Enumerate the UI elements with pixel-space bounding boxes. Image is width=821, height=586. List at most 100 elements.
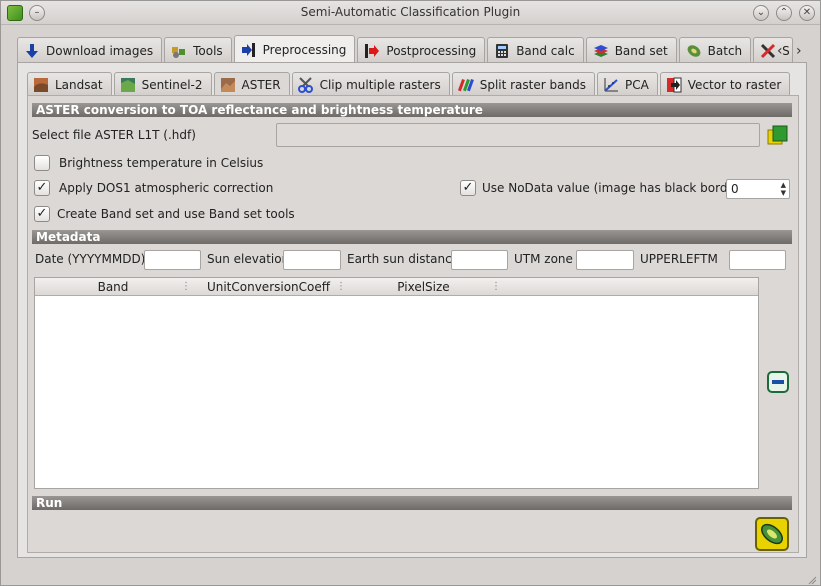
vector-raster-icon	[666, 77, 682, 92]
subtab-label: ASTER	[241, 77, 281, 92]
band-calc-icon	[496, 43, 509, 58]
table-header: Band ⋮ UnitConversionCoeff ⋮ PixelSize ⋮	[35, 278, 758, 296]
date-field[interactable]	[144, 250, 201, 270]
tab-label: S	[782, 43, 790, 58]
tab-batch[interactable]: Batch	[678, 37, 752, 63]
tab-scroll-left[interactable]: ‹	[777, 43, 783, 59]
subtab-landsat[interactable]: Landsat	[27, 72, 112, 96]
earth-sun-distance-label: Earth sun distance	[347, 252, 460, 266]
nodata-checkbox[interactable]: ✓	[460, 180, 476, 196]
chevron-right-icon: ›	[796, 43, 802, 59]
nodata-label: Use NoData value (image has black border…	[482, 181, 745, 195]
nodata-value: 0	[731, 182, 739, 196]
sun-elevation-label: Sun elevation	[207, 252, 290, 266]
clip-icon	[297, 76, 313, 93]
preprocessing-tab-bar: Landsat Sentinel-2 ASTER Clip multiple r…	[27, 72, 792, 96]
pca-icon	[604, 77, 618, 91]
close-icon: ✕	[802, 7, 812, 18]
brightness-celsius-label: Brightness temperature in Celsius	[59, 156, 264, 170]
spin-arrows-icon[interactable]: ▲ ▼	[781, 181, 786, 197]
tab-label: Band calc	[516, 43, 575, 58]
column-header-pixelsize[interactable]: PixelSize ⋮	[346, 278, 501, 296]
batch-icon	[687, 44, 701, 57]
dos1-checkbox[interactable]: ✓	[34, 180, 50, 196]
checkmark-icon: ✓	[36, 206, 48, 221]
column-header-band[interactable]: Band ⋮	[35, 278, 191, 296]
tab-settings[interactable]: S	[753, 37, 793, 63]
subtab-sentinel-2[interactable]: Sentinel-2	[113, 72, 212, 96]
column-resize-icon[interactable]: ⋮	[491, 281, 501, 293]
aster-file-path-field[interactable]	[276, 123, 760, 147]
main-tab-bar: Download images Tools Preprocessing Post…	[17, 35, 795, 63]
plugin-window: – Semi-Automatic Classification Plugin ⌄…	[0, 0, 821, 586]
earth-sun-distance-field[interactable]	[451, 250, 508, 270]
subtab-pca[interactable]: PCA	[596, 72, 658, 96]
subtab-aster[interactable]: ASTER	[213, 72, 290, 96]
upperleftm-label: UPPERLEFTM	[640, 252, 718, 266]
remove-icon	[767, 371, 789, 393]
column-resize-icon[interactable]: ⋮	[336, 281, 346, 293]
brightness-celsius-checkbox[interactable]	[34, 155, 50, 171]
tools-icon	[172, 46, 186, 58]
utm-zone-label: UTM zone	[514, 252, 573, 266]
preprocessing-icon	[241, 42, 255, 57]
tab-postprocessing[interactable]: Postprocessing	[357, 37, 486, 63]
chevron-down-icon: ⌄	[756, 7, 766, 18]
subtab-clip-multiple-rasters[interactable]: Clip multiple rasters	[291, 72, 450, 96]
tab-preprocessing[interactable]: Preprocessing	[233, 35, 356, 63]
tab-tools[interactable]: Tools	[164, 37, 232, 63]
band-set-icon	[593, 44, 608, 57]
aster-icon	[220, 77, 235, 92]
remove-row-button[interactable]	[767, 371, 789, 393]
upperleftm-field[interactable]	[729, 250, 786, 270]
subtab-label: Landsat	[55, 77, 103, 92]
nodata-value-spinbox[interactable]: 0 ▲ ▼	[726, 179, 790, 199]
tab-download-images[interactable]: Download images	[17, 37, 163, 63]
landsat-icon	[34, 77, 48, 92]
run-section-header: Run	[32, 496, 792, 510]
resize-grip-icon[interactable]	[807, 575, 817, 585]
subtab-label: Clip multiple rasters	[319, 77, 441, 92]
subtab-split-raster-bands[interactable]: Split raster bands	[451, 72, 595, 96]
sun-elevation-field[interactable]	[283, 250, 341, 270]
run-icon	[755, 517, 789, 551]
column-header-unitconversioncoeff[interactable]: UnitConversionCoeff ⋮	[191, 278, 346, 296]
band-metadata-table[interactable]: Band ⋮ UnitConversionCoeff ⋮ PixelSize ⋮	[34, 277, 759, 489]
title-bar: – Semi-Automatic Classification Plugin ⌄…	[1, 1, 820, 25]
aster-section-header: ASTER conversion to TOA reflectance and …	[32, 103, 792, 117]
tab-scroll-right[interactable]: ›	[796, 43, 802, 59]
download-icon	[26, 43, 38, 58]
subtab-vector-to-raster[interactable]: Vector to raster	[659, 72, 791, 96]
run-button[interactable]	[755, 517, 789, 551]
checkmark-icon: ✓	[36, 180, 48, 195]
bandset-checkbox[interactable]: ✓	[34, 206, 50, 222]
settings-icon	[761, 43, 776, 58]
split-icon	[457, 78, 474, 91]
tab-label: Batch	[707, 43, 743, 58]
tab-band-calc[interactable]: Band calc	[487, 37, 584, 63]
subtab-label: Sentinel-2	[141, 77, 203, 92]
subtab-label: Split raster bands	[479, 77, 586, 92]
minimize-button[interactable]: ⌄	[753, 5, 769, 21]
subtab-label: PCA	[624, 77, 649, 92]
column-resize-icon[interactable]: ⋮	[181, 281, 191, 293]
tab-label: Band set	[614, 43, 668, 58]
open-file-icon	[767, 125, 788, 145]
metadata-section-header: Metadata	[32, 230, 792, 244]
window-title: Semi-Automatic Classification Plugin	[300, 5, 521, 19]
sentinel-icon	[120, 77, 135, 92]
subtab-label: Vector to raster	[687, 77, 782, 92]
select-file-label: Select file ASTER L1T (.hdf)	[32, 128, 196, 142]
dos1-label: Apply DOS1 atmospheric correction	[59, 181, 274, 195]
tab-label: Preprocessing	[262, 42, 347, 57]
utm-zone-field[interactable]	[576, 250, 634, 270]
checkmark-icon: ✓	[462, 180, 474, 195]
chevron-left-icon: ‹	[777, 43, 783, 59]
tab-label: Postprocessing	[386, 43, 477, 58]
close-button[interactable]: ✕	[799, 5, 815, 21]
maximize-button[interactable]: ⌃	[776, 5, 792, 21]
tab-band-set[interactable]: Band set	[585, 37, 677, 63]
open-file-button[interactable]	[767, 124, 789, 146]
tab-label: Download images	[46, 43, 154, 58]
postprocessing-icon	[365, 43, 380, 58]
